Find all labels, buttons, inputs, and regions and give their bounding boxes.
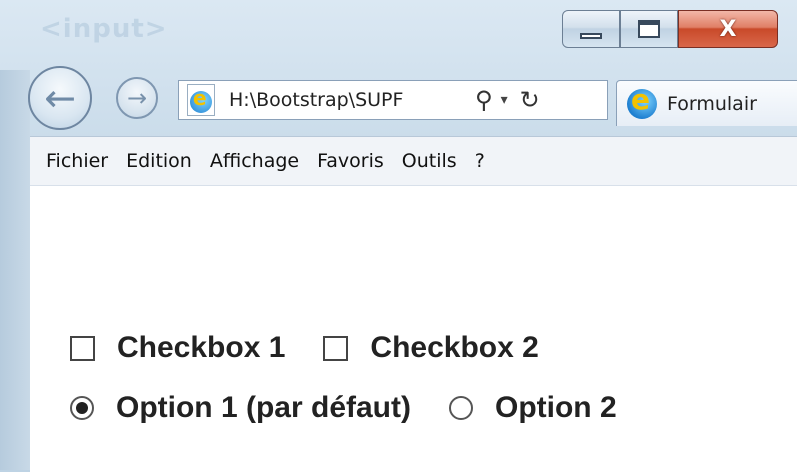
back-arrow-icon: ← xyxy=(44,76,76,120)
caption-buttons: X xyxy=(562,10,778,50)
search-icon[interactable]: ⚲ xyxy=(475,86,493,114)
menu-item-outils[interactable]: Outils xyxy=(402,150,457,172)
forward-button[interactable]: → xyxy=(116,77,158,119)
checkbox-2-label: Checkbox 2 xyxy=(370,331,539,364)
browser-window: <input> X ← → H:\Bootstrap\SUPF ⚲ ▾ ↻ Fo… xyxy=(0,0,797,472)
minimize-icon xyxy=(580,33,602,39)
radio-row: Option 1 (par défaut) Option 2 xyxy=(70,391,655,425)
tab-formulaire[interactable]: Formulair xyxy=(616,80,797,126)
refresh-icon[interactable]: ↻ xyxy=(520,86,540,114)
radio-option-1[interactable] xyxy=(70,396,94,420)
checkbox-1-label: Checkbox 1 xyxy=(117,331,286,364)
ie-icon xyxy=(627,83,657,119)
navigation-bar: ← → H:\Bootstrap\SUPF ⚲ ▾ ↻ Formulair xyxy=(0,64,797,136)
minimize-button[interactable] xyxy=(562,10,620,48)
address-input[interactable]: H:\Bootstrap\SUPF xyxy=(229,89,469,111)
maximize-button[interactable] xyxy=(620,10,678,48)
menu-item-fichier[interactable]: Fichier xyxy=(46,150,108,172)
page-content: Checkbox 1 Checkbox 2 Option 1 (par défa… xyxy=(30,186,797,472)
close-button[interactable]: X xyxy=(678,10,778,48)
checkbox-row: Checkbox 1 Checkbox 2 xyxy=(70,331,577,365)
back-button[interactable]: ← xyxy=(28,66,92,130)
menu-item-favoris[interactable]: Favoris xyxy=(317,150,384,172)
tab-label: Formulair xyxy=(667,92,757,115)
close-icon: X xyxy=(719,16,737,42)
forward-arrow-icon: → xyxy=(126,84,148,112)
menu-item-help[interactable]: ? xyxy=(475,150,485,172)
maximize-icon xyxy=(638,20,660,38)
chevron-down-icon[interactable]: ▾ xyxy=(501,92,508,108)
radio-option-2[interactable] xyxy=(449,396,473,420)
radio-option-1-label: Option 1 (par défaut) xyxy=(116,391,411,424)
checkbox-1[interactable] xyxy=(70,335,95,361)
menu-item-edition[interactable]: Edition xyxy=(126,150,192,172)
menu-item-affichage[interactable]: Affichage xyxy=(210,150,299,172)
page-favicon-icon xyxy=(187,84,215,116)
menu-bar: Fichier Edition Affichage Favoris Outils… xyxy=(30,136,797,186)
address-bar[interactable]: H:\Bootstrap\SUPF ⚲ ▾ ↻ xyxy=(178,80,608,120)
radio-option-2-label: Option 2 xyxy=(495,391,617,424)
checkbox-2[interactable] xyxy=(323,335,349,361)
background-window-text: <input> xyxy=(40,14,168,44)
